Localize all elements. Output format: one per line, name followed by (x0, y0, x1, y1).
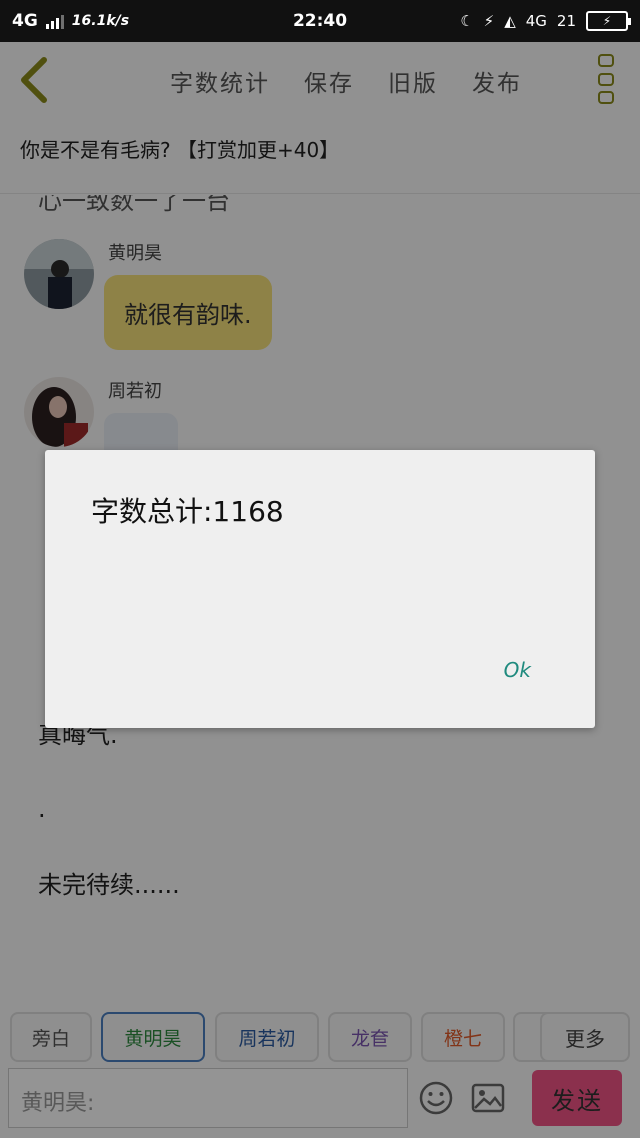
moon-icon: ☾ (460, 12, 474, 30)
network-type: 4G (12, 11, 38, 31)
battery-icon: ⚡ (586, 11, 631, 31)
network-type-right: 4G (525, 12, 547, 30)
status-bar: 4G 16.1k/s 22:40 ☾ ⚡ ◭ 4G 21 ⚡ (0, 0, 640, 42)
signal-icon (45, 13, 64, 29)
network-speed: 16.1k/s (71, 13, 130, 29)
dialog-message: 字数总计:1168 (91, 495, 284, 528)
word-count-dialog: 字数总计:1168 Ok (45, 450, 595, 728)
signal-text: 21 (556, 12, 576, 30)
flash-icon: ⚡ (483, 12, 495, 30)
wifi-off-icon: ◭ (504, 12, 516, 30)
ok-button[interactable]: Ok (504, 658, 531, 682)
